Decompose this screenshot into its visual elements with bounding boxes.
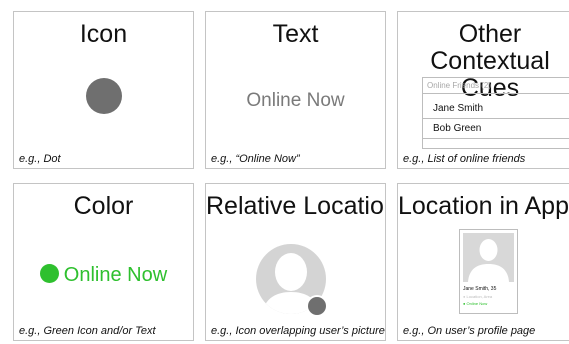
status-dot-icon [308,297,326,315]
panel-title: Color [73,192,134,220]
list-item: Bob Green [423,119,569,139]
panel-caption: e.g., List of online friends [403,153,526,165]
profile-photo [463,233,514,282]
green-status-indicator: Online Now [14,264,193,287]
profile-card: Jane Smith, 35 ● Location, Area ● Online… [459,229,518,314]
location-pin-icon: ● [463,294,466,299]
panel-title: Icon [79,20,128,48]
panel-caption: e.g., Icon overlapping user’s picture [211,325,385,337]
user-avatar-with-dot [256,244,328,317]
panel-caption: e.g., Dot [19,153,61,165]
panel-caption: e.g., “Online Now” [211,153,300,165]
panel-location-in-app: Location in App Jane Smith, 35 ● Locatio… [397,183,569,341]
user-silhouette-icon [468,239,509,282]
list-item: Jane Smith [423,99,569,119]
profile-online-status: ● Online Now [463,301,488,306]
dot-icon [86,78,122,114]
online-friends-list: Online Friends (2) Jane Smith Bob Green [422,77,569,149]
panel-relative-location: Relative Location e.g., Icon overlapping… [205,183,386,341]
online-now-green-text: Online Now [63,264,168,286]
panel-caption: e.g., On user’s profile page [403,325,536,337]
panel-caption: e.g., Green Icon and/or Text [19,325,156,337]
online-friends-header: Online Friends (2) [423,78,569,94]
panel-icon: Icon e.g., Dot [13,11,194,169]
panel-title: Relative Location [206,192,386,220]
panel-title: Location in App [398,192,569,220]
profile-location: ● Location, Area [463,294,493,299]
green-dot-icon [39,264,59,283]
online-now-text: Online Now [246,90,345,111]
online-dot-icon: ● [463,301,466,306]
panel-text: Text Online Now e.g., “Online Now” [205,11,386,169]
panel-title: Text [272,20,319,48]
profile-name: Jane Smith, 35 [463,286,497,292]
panel-contextual-cues: Other Contextual Cues Online Friends (2)… [397,11,569,169]
panel-color: Color Online Now e.g., Green Icon and/or… [13,183,194,341]
